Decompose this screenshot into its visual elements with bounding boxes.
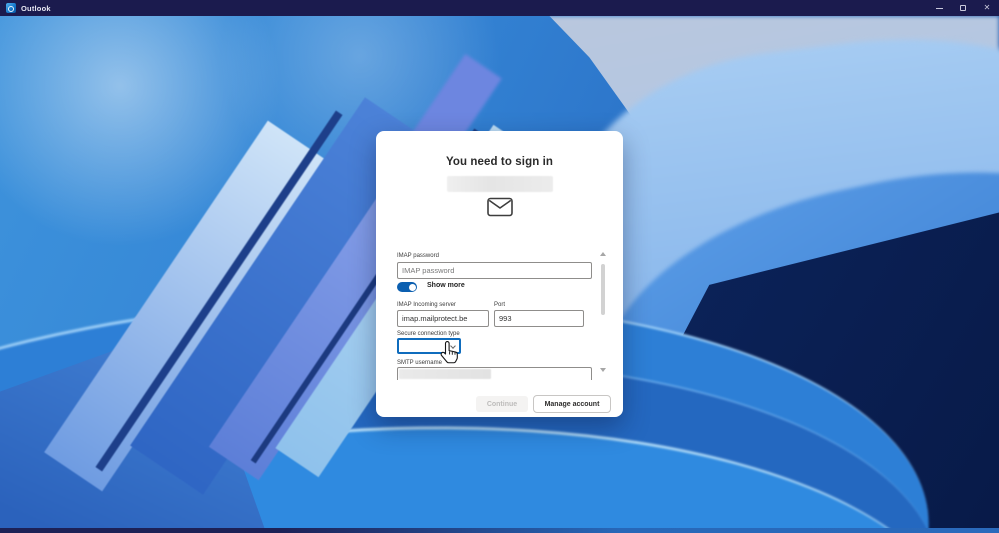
imap-password-label: IMAP password [397, 253, 439, 259]
hand-cursor-icon [440, 341, 458, 364]
dialog-title: You need to sign in [445, 156, 554, 168]
secure-connection-label: Secure connection type [397, 331, 460, 337]
maximize-button[interactable] [951, 0, 975, 16]
titlebar: Outlook ✕ [0, 0, 999, 16]
toggle-knob [408, 283, 416, 291]
minimize-button[interactable] [927, 0, 951, 16]
scrollbar-thumb[interactable] [601, 264, 605, 315]
outlook-app-icon [6, 3, 16, 13]
imap-password-input[interactable] [397, 262, 592, 279]
smtp-username-label: SMTP username [397, 360, 442, 366]
imap-server-label: IMAP Incoming server [397, 302, 456, 308]
maximize-icon [960, 5, 966, 11]
wallpaper-bottom-strip [0, 528, 999, 533]
sign-in-dialog: You need to sign in IMAP password Show m… [376, 131, 623, 417]
window-title: Outlook [21, 3, 51, 13]
continue-button[interactable]: Continue [476, 396, 528, 412]
port-label: Port [494, 302, 506, 308]
minimize-icon [935, 7, 943, 9]
redacted-smtp-username [399, 369, 491, 379]
outlook-window: Outlook ✕ You need to sign in IMAP passw… [0, 0, 999, 533]
show-more-label: Show more [427, 282, 465, 289]
close-button[interactable]: ✕ [975, 0, 999, 16]
redacted-account-email [447, 176, 553, 192]
port-input[interactable] [494, 310, 584, 327]
imap-server-input[interactable] [397, 310, 489, 327]
window-controls: ✕ [927, 0, 999, 16]
manage-account-button[interactable]: Manage account [533, 395, 611, 413]
show-more-toggle[interactable] [397, 282, 417, 292]
scroll-down-icon[interactable] [600, 368, 606, 372]
close-icon: ✕ [983, 3, 991, 12]
account-settings-scroll-area: IMAP password Show more IMAP Incoming se… [390, 249, 610, 380]
scroll-up-icon[interactable] [600, 252, 606, 256]
form-scrollbar[interactable] [600, 249, 606, 380]
envelope-icon [487, 197, 513, 217]
